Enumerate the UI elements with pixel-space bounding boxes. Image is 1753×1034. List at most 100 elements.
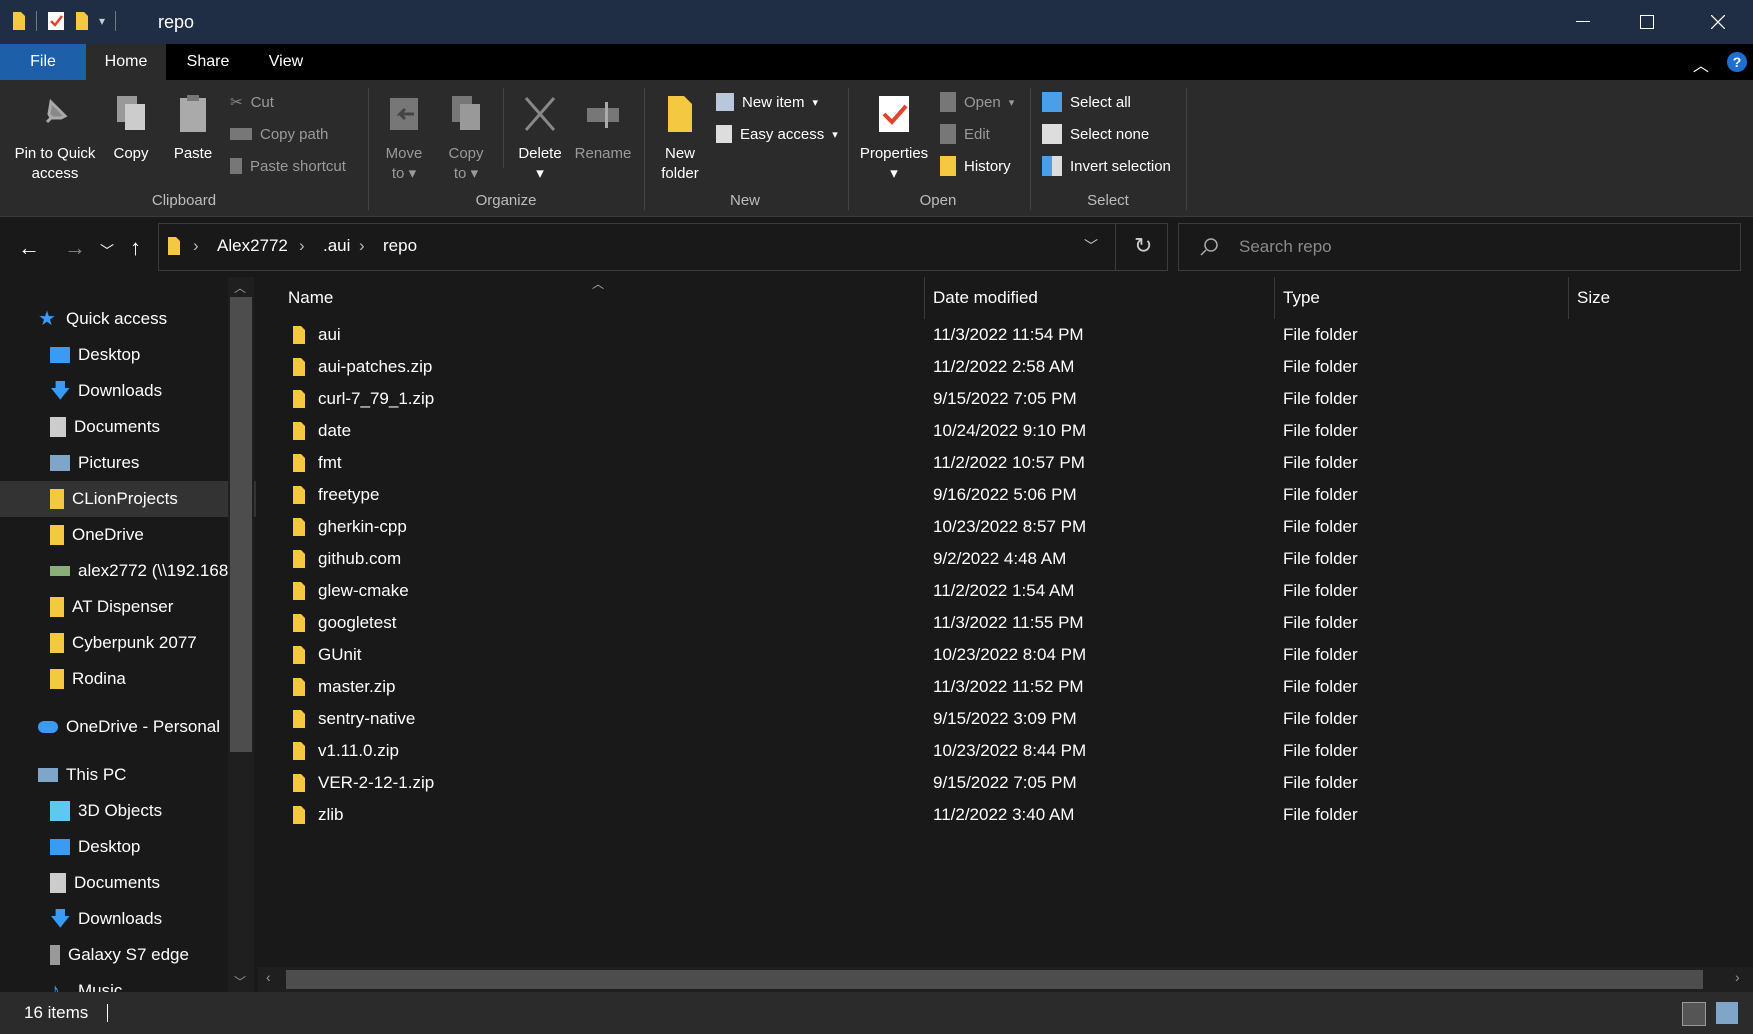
table-row[interactable]: gherkin-cpp 10/23/2022 8:57 PM File folder xyxy=(258,511,1753,543)
table-row[interactable]: github.com 9/2/2022 4:48 AM File folder xyxy=(258,543,1753,575)
minimize-button[interactable] xyxy=(1548,0,1618,44)
sidebar-item-rodina[interactable]: Rodina xyxy=(0,661,256,697)
scroll-down-icon[interactable]: ﹀ xyxy=(234,973,246,990)
properties-icon[interactable] xyxy=(47,11,65,31)
sidebar-item-onedrive-personal[interactable]: OneDrive - Personal xyxy=(0,709,256,745)
breadcrumb-repo[interactable]: repo xyxy=(383,236,417,256)
table-row[interactable]: fmt 11/2/2022 10:57 PM File folder xyxy=(258,447,1753,479)
select-all-button[interactable]: Select all xyxy=(1042,90,1131,114)
cut-button[interactable]: ✂ Cut xyxy=(230,90,274,114)
rename-button[interactable]: Rename xyxy=(572,94,634,164)
recent-locations-button[interactable]: ﹀ xyxy=(100,241,114,261)
help-icon[interactable]: ? xyxy=(1727,52,1747,72)
sidebar-item-desktop[interactable]: Desktop 📌︎ xyxy=(0,337,256,373)
scroll-right-icon[interactable]: › xyxy=(1735,969,1740,985)
column-divider[interactable] xyxy=(924,277,925,319)
large-icons-view-icon[interactable] xyxy=(1716,1002,1738,1024)
refresh-icon[interactable]: ↻ xyxy=(1134,233,1152,259)
tab-view[interactable]: View xyxy=(250,44,322,80)
pin-icon[interactable]: 📌︎ xyxy=(254,453,256,470)
column-header-size[interactable]: Size xyxy=(1577,277,1610,319)
history-button[interactable]: History xyxy=(940,154,1011,178)
sidebar-item-at-dispenser[interactable]: AT Dispenser xyxy=(0,589,256,625)
scroll-up-icon[interactable]: ︿ xyxy=(234,279,246,296)
column-header-name[interactable]: Name xyxy=(288,277,333,319)
sidebar-item-onedrive[interactable]: OneDrive 📌︎ xyxy=(0,517,256,553)
sidebar-scrollbar[interactable]: ︿ ﹀ xyxy=(228,277,254,992)
search-box[interactable]: Search repo xyxy=(1178,223,1741,271)
table-row[interactable]: VER-2-12-1.zip 9/15/2022 7:05 PM File fold… xyxy=(258,767,1753,799)
address-history-dropdown[interactable]: ﹀ xyxy=(1084,236,1098,256)
pin-icon[interactable]: 📌︎ xyxy=(254,345,256,362)
tab-file[interactable]: File xyxy=(0,44,86,80)
maximize-button[interactable] xyxy=(1612,0,1682,44)
sidebar-item-cyberpunk[interactable]: Cyberpunk 2077 xyxy=(0,625,256,661)
scrollbar-thumb[interactable] xyxy=(286,970,1703,989)
copy-to-button[interactable]: Copy to ▾ xyxy=(440,94,492,184)
breadcrumb-aui[interactable]: .aui xyxy=(323,236,350,256)
address-bar[interactable]: › Alex2772 › .aui › repo ﹀ ↻ xyxy=(158,223,1168,271)
column-header-date[interactable]: Date modified xyxy=(933,277,1038,319)
sidebar-item-pc-documents[interactable]: Documents xyxy=(0,865,256,901)
back-button[interactable]: ← xyxy=(18,235,40,261)
collapse-ribbon-icon[interactable]: ︿ xyxy=(1693,52,1709,76)
properties-button[interactable]: Properties ▾ xyxy=(856,94,932,184)
table-row[interactable]: date 10/24/2022 9:10 PM File folder xyxy=(258,415,1753,447)
details-view-icon[interactable] xyxy=(1682,1002,1706,1026)
pin-to-quick-access-button[interactable]: Pin to Quick access xyxy=(8,94,102,184)
sidebar-item-clionprojects[interactable]: CLionProjects 📌︎ xyxy=(0,481,256,517)
pin-icon[interactable]: 📌︎ xyxy=(254,489,256,506)
edit-button[interactable]: Edit xyxy=(940,122,990,146)
pin-icon[interactable]: 📌︎ xyxy=(254,525,256,542)
sidebar-item-3d-objects[interactable]: 3D Objects xyxy=(0,793,256,829)
table-row[interactable]: master.zip 11/3/2022 11:52 PM File folder xyxy=(258,671,1753,703)
sidebar-item-pictures[interactable]: Pictures 📌︎ xyxy=(0,445,256,481)
up-button[interactable]: ↑ xyxy=(130,235,141,261)
sidebar-item-downloads[interactable]: 🡇 Downloads 📌︎ xyxy=(0,373,256,409)
move-to-button[interactable]: Move to ▾ xyxy=(378,94,430,184)
copy-button[interactable]: Copy xyxy=(106,94,156,164)
close-button[interactable] xyxy=(1683,0,1753,44)
pin-icon[interactable]: 📌︎ xyxy=(254,417,256,434)
forward-button[interactable]: → xyxy=(64,235,86,261)
table-row[interactable]: freetype 9/16/2022 5:06 PM File folder xyxy=(258,479,1753,511)
sidebar-item-music[interactable]: ♪ Music xyxy=(0,973,256,992)
paste-button[interactable]: Paste xyxy=(168,94,218,164)
open-button[interactable]: Open ▾ xyxy=(940,90,1014,114)
select-none-button[interactable]: Select none xyxy=(1042,122,1149,146)
table-row[interactable]: aui 11/3/2022 11:54 PM File folder xyxy=(258,319,1753,351)
column-header-type[interactable]: Type xyxy=(1283,277,1320,319)
sidebar-item-pc-desktop[interactable]: Desktop xyxy=(0,829,256,865)
table-row[interactable]: zlib 11/2/2022 3:40 AM File folder xyxy=(258,799,1753,831)
new-folder-button[interactable]: New folder xyxy=(654,94,706,184)
paste-shortcut-button[interactable]: Paste shortcut xyxy=(230,154,346,178)
pin-icon[interactable]: 📌︎ xyxy=(254,381,256,398)
table-row[interactable]: GUnit 10/23/2022 8:04 PM File folder xyxy=(258,639,1753,671)
table-row[interactable]: glew-cmake 11/2/2022 1:54 AM File folder xyxy=(258,575,1753,607)
sidebar-item-quick-access[interactable]: ★ Quick access xyxy=(0,301,256,337)
sidebar-item-network-drive[interactable]: alex2772 (\\192.168 xyxy=(0,553,256,589)
invert-selection-button[interactable]: Invert selection xyxy=(1042,154,1171,178)
search-input[interactable]: Search repo xyxy=(1239,237,1332,257)
easy-access-button[interactable]: Easy access ▾ xyxy=(716,122,838,146)
scroll-left-icon[interactable]: ‹ xyxy=(266,969,271,985)
scrollbar-thumb[interactable] xyxy=(230,297,252,752)
tab-share[interactable]: Share xyxy=(166,44,250,80)
sidebar-item-galaxy[interactable]: Galaxy S7 edge xyxy=(0,937,256,973)
sidebar-item-pc-downloads[interactable]: 🡇 Downloads xyxy=(0,901,256,937)
breadcrumb-alex2772[interactable]: Alex2772 xyxy=(217,236,288,256)
column-divider[interactable] xyxy=(1274,277,1275,319)
table-row[interactable]: aui-patches.zip 11/2/2022 2:58 AM File fol… xyxy=(258,351,1753,383)
sidebar-item-documents[interactable]: Documents 📌︎ xyxy=(0,409,256,445)
delete-button[interactable]: Delete ▾ xyxy=(512,94,568,184)
new-item-button[interactable]: New item ▾ xyxy=(716,90,818,114)
table-row[interactable]: googletest 11/3/2022 11:55 PM File folder xyxy=(258,607,1753,639)
customize-toolbar-icon[interactable]: ▾ xyxy=(99,14,105,28)
tab-home[interactable]: Home xyxy=(86,44,166,80)
copy-path-button[interactable]: Copy path xyxy=(230,122,328,146)
table-row[interactable]: curl-7_79_1.zip 9/15/2022 7:05 PM File fol… xyxy=(258,383,1753,415)
horizontal-scrollbar[interactable]: ‹ › xyxy=(258,967,1753,992)
table-row[interactable]: v1.11.0.zip 10/23/2022 8:44 PM File folder xyxy=(258,735,1753,767)
table-row[interactable]: sentry-native 9/15/2022 3:09 PM File folde… xyxy=(258,703,1753,735)
new-folder-icon[interactable] xyxy=(75,11,89,31)
